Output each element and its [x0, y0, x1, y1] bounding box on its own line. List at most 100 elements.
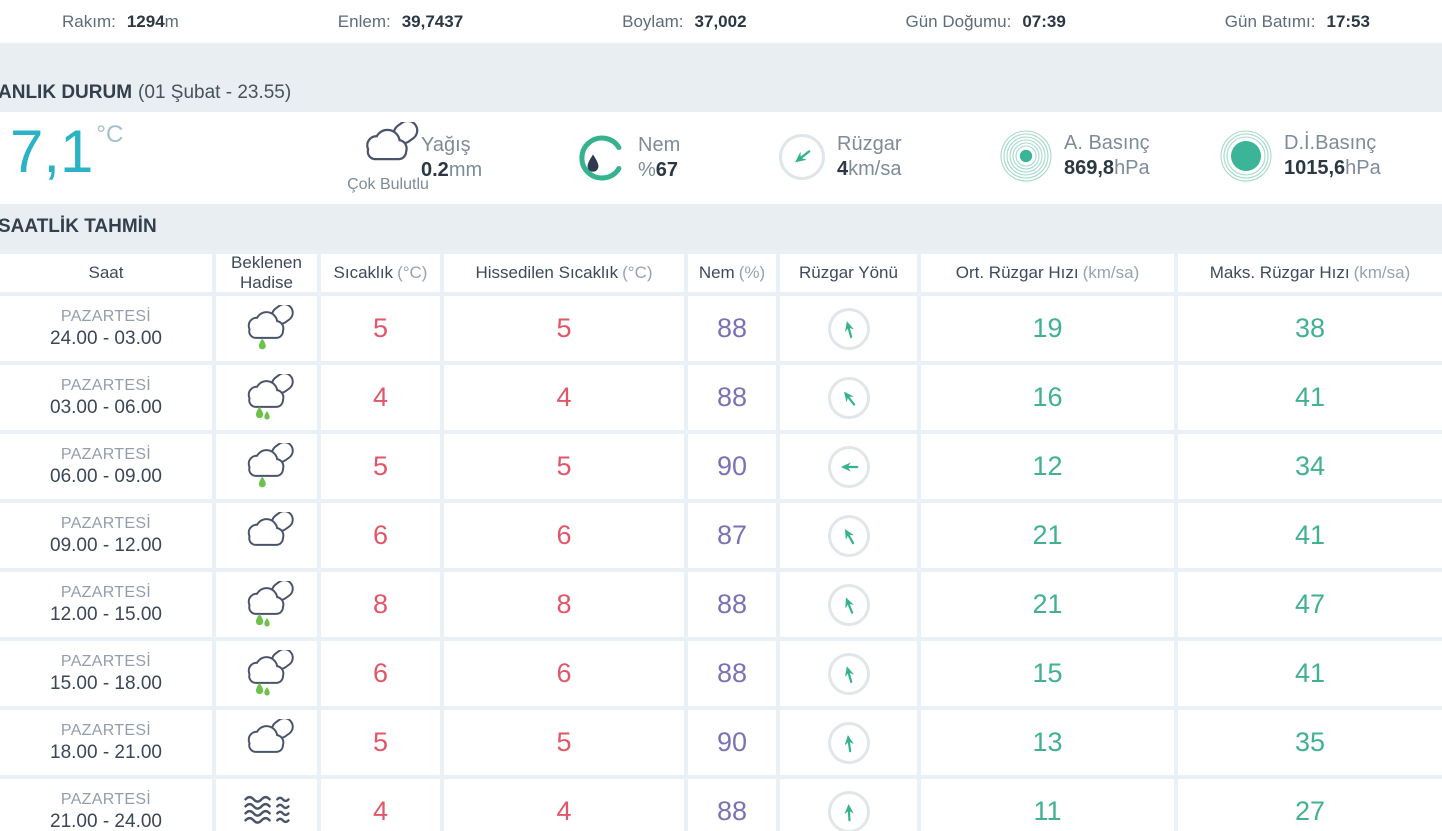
weather-icon [216, 779, 317, 831]
table-row: PAZARTESİ 24.00 - 03.00 5 5 88 19 38 [0, 296, 1442, 361]
feels-like-value: 6 [444, 503, 684, 568]
precipitation-value: 0.2 [421, 159, 449, 181]
humidity-gauge-icon [578, 134, 626, 182]
wind-arrow [844, 597, 854, 614]
current-temperature: 7,1 °C [10, 122, 123, 182]
column-header: Maks. Rüzgar Hızı (km/sa) [1178, 254, 1442, 292]
row-time: 15.00 - 18.00 [50, 672, 162, 694]
wind-direction-icon [827, 652, 870, 695]
humidity-metric: Nem %67 [578, 133, 680, 183]
hourly-section-header: SAATLİK TAHMİN [0, 204, 1442, 250]
actual-pressure-icon [1000, 130, 1052, 182]
current-temperature-unit: °C [96, 121, 124, 148]
max-wind-value: 27 [1178, 779, 1442, 831]
max-wind-value: 34 [1178, 434, 1442, 499]
row-time: 12.00 - 15.00 [50, 603, 162, 625]
wind-direction-icon [779, 134, 825, 180]
current-section-title: ANLIK DURUM [0, 82, 133, 103]
sunrise-info: Gün Doğumu: 07:39 [906, 12, 1066, 32]
wind-direction-cell [780, 365, 917, 430]
row-time: 03.00 - 06.00 [50, 396, 162, 418]
weather-icon [216, 503, 317, 568]
wind-direction-icon [827, 514, 870, 557]
sea-level-pressure-icon [1220, 130, 1272, 182]
wind-direction-cell [780, 434, 917, 499]
time-cell: PAZARTESİ 18.00 - 21.00 [0, 710, 212, 775]
row-day: PAZARTESİ [60, 445, 152, 463]
table-row: PAZARTESİ 15.00 - 18.00 6 6 88 15 41 [0, 641, 1442, 706]
current-wind-arrow-svg [795, 150, 811, 163]
table-row: PAZARTESİ 09.00 - 12.00 6 6 87 21 41 [0, 503, 1442, 568]
feels-like-value: 4 [444, 779, 684, 831]
table-row: PAZARTESİ 03.00 - 06.00 4 4 88 16 41 [0, 365, 1442, 430]
wind-direction-icon [827, 307, 870, 350]
feels-like-value: 5 [444, 710, 684, 775]
row-time: 24.00 - 03.00 [50, 327, 162, 349]
latitude-label: Enlem: [337, 11, 391, 31]
weather-icon [216, 434, 317, 499]
max-wind-value: 41 [1178, 365, 1442, 430]
actual-pressure-label: A. Basınç [1064, 132, 1150, 154]
wind-direction-icon [827, 721, 870, 764]
avg-wind-value: 19 [921, 296, 1174, 361]
sea-level-pressure-value: 1015,6 [1284, 157, 1346, 179]
avg-wind-value: 16 [921, 365, 1174, 430]
sunrise-value: 07:39 [1022, 11, 1066, 31]
altitude-info: Rakım: 1294m [62, 12, 179, 32]
longitude-value: 37,002 [694, 11, 747, 31]
time-cell: PAZARTESİ 06.00 - 09.00 [0, 434, 212, 499]
max-wind-value: 35 [1178, 710, 1442, 775]
wind-arrow [843, 803, 854, 821]
row-day: PAZARTESİ [60, 514, 152, 532]
humidity-value: 90 [688, 434, 776, 499]
wind-value: 4 [837, 158, 849, 180]
sunset-value: 17:53 [1326, 11, 1370, 31]
humidity-value: 88 [688, 365, 776, 430]
row-time: 09.00 - 12.00 [50, 534, 162, 556]
row-day: PAZARTESİ [60, 721, 152, 739]
wind-unit: km/sa [848, 158, 902, 180]
actual-pressure-metric: A. Basınç 869,8hPa [1000, 130, 1150, 182]
row-time: 06.00 - 09.00 [50, 465, 162, 487]
current-temperature-value: 7,1 [10, 118, 94, 185]
table-row: PAZARTESİ 12.00 - 15.00 8 8 88 21 47 [0, 572, 1442, 637]
wind-direction-cell [780, 641, 917, 706]
feels-like-value: 6 [444, 641, 684, 706]
time-cell: PAZARTESİ 12.00 - 15.00 [0, 572, 212, 637]
temperature-value: 5 [321, 296, 440, 361]
actual-pressure-value: 869,8 [1064, 157, 1115, 179]
wind-direction-icon [827, 790, 870, 831]
temperature-value: 4 [321, 365, 440, 430]
feels-like-value: 4 [444, 365, 684, 430]
wind-direction-cell [780, 779, 917, 831]
latitude-value: 39,7437 [401, 11, 464, 31]
feels-like-value: 8 [444, 572, 684, 637]
max-wind-value: 41 [1178, 503, 1442, 568]
latitude-info: Enlem: 39,7437 [338, 12, 463, 32]
row-day: PAZARTESİ [60, 583, 152, 601]
current-conditions: 7,1 °C Çok Bulutlu Yağış 0.2mm Nem %67 R… [0, 112, 1442, 204]
avg-wind-value: 15 [921, 641, 1174, 706]
hourly-header-row: Saat Beklenen Hadise Sıcaklık (°C) Hissedile… [0, 253, 1442, 292]
humidity-value: 88 [688, 296, 776, 361]
current-section-header: ANLIK DURUM (01 Şubat - 23.55) [0, 43, 1442, 112]
sea-level-pressure-unit: hPa [1345, 157, 1381, 179]
longitude-info: Boylam: 37,002 [622, 12, 746, 32]
row-time: 18.00 - 21.00 [50, 741, 162, 763]
sea-level-pressure-metric: D.İ.Basınç 1015,6hPa [1220, 130, 1381, 182]
wind-arrow [840, 461, 858, 472]
max-wind-value: 47 [1178, 572, 1442, 637]
temperature-value: 5 [321, 434, 440, 499]
column-header: Sıcaklık (°C) [321, 254, 440, 292]
wind-metric: Rüzgar 4km/sa [779, 132, 901, 182]
table-row: PAZARTESİ 21.00 - 24.00 4 4 88 11 27 [0, 779, 1442, 831]
row-day: PAZARTESİ [60, 307, 152, 325]
wind-arrow [844, 665, 854, 683]
current-wind-arrow [795, 150, 811, 163]
temperature-value: 6 [321, 503, 440, 568]
column-header: Rüzgar Yönü [780, 254, 917, 292]
wind-arrow [844, 528, 854, 544]
humidity-label: Nem [638, 134, 681, 156]
weather-icon [216, 365, 317, 430]
wind-direction-cell [780, 503, 917, 568]
